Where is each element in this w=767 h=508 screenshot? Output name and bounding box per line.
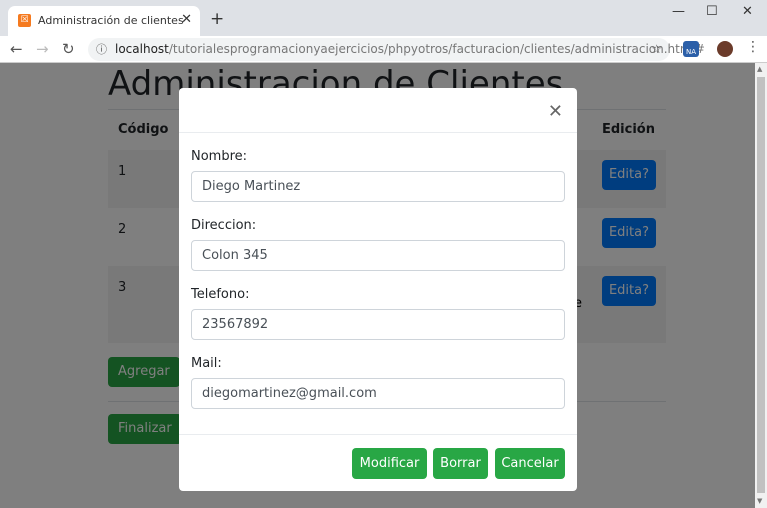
address-input[interactable]: Colon 345	[191, 240, 565, 271]
close-window-button[interactable]: ✕	[742, 4, 753, 19]
phone-label: Telefono:	[191, 287, 250, 302]
close-icon[interactable]: ✕	[548, 101, 563, 122]
extension-icon[interactable]: NA	[683, 41, 699, 57]
info-icon: ⓘ	[96, 43, 107, 56]
scroll-down-icon[interactable]: ▼	[757, 497, 762, 505]
forward-icon[interactable]: →	[36, 40, 49, 58]
browser-tab[interactable]: ☒ Administración de clientes ✕	[8, 6, 200, 36]
edit-client-modal: ✕ Nombre: Diego Martinez Direccion: Colo…	[179, 88, 577, 491]
maximize-button[interactable]: ☐	[706, 4, 718, 19]
reload-icon[interactable]: ↻	[62, 40, 75, 58]
name-input[interactable]: Diego Martinez	[191, 171, 565, 202]
url-input[interactable]: ⓘ localhost/tutorialesprogramacionyaejer…	[88, 38, 705, 61]
modal-header-divider	[179, 132, 577, 133]
mail-label: Mail:	[191, 356, 222, 371]
mail-input[interactable]: diegomartinez@gmail.com	[191, 378, 565, 409]
address-label: Direccion:	[191, 218, 257, 233]
phone-input[interactable]: 23567892	[191, 309, 565, 340]
address-bar: ← → ↻ ⓘ localhost/tutorialesprogramacion…	[0, 36, 767, 63]
profile-avatar[interactable]	[717, 41, 733, 57]
bookmark-star-icon[interactable]: ☆	[651, 38, 662, 61]
new-tab-button[interactable]: +	[210, 9, 224, 29]
modify-button[interactable]: Modificar	[352, 448, 427, 479]
url-path: /tutorialesprogramacionyaejercicios/phpy…	[168, 42, 705, 56]
xampp-favicon-icon: ☒	[18, 14, 31, 27]
scrollbar[interactable]: ▲ ▼	[755, 63, 767, 508]
minimize-button[interactable]: —	[672, 4, 685, 19]
url-host: localhost	[115, 42, 169, 56]
close-tab-icon[interactable]: ✕	[181, 12, 192, 27]
cancel-button[interactable]: Cancelar	[495, 448, 565, 479]
scrollbar-thumb[interactable]	[757, 77, 765, 493]
menu-icon[interactable]: ⋮	[746, 39, 760, 55]
tab-bar: ☒ Administración de clientes ✕ + — ☐ ✕	[0, 0, 767, 36]
back-icon[interactable]: ←	[10, 40, 23, 58]
delete-button[interactable]: Borrar	[433, 448, 488, 479]
scroll-up-icon[interactable]: ▲	[757, 65, 762, 73]
name-label: Nombre:	[191, 149, 248, 164]
modal-footer-divider	[179, 434, 577, 435]
tab-title: Administración de clientes	[38, 14, 184, 27]
